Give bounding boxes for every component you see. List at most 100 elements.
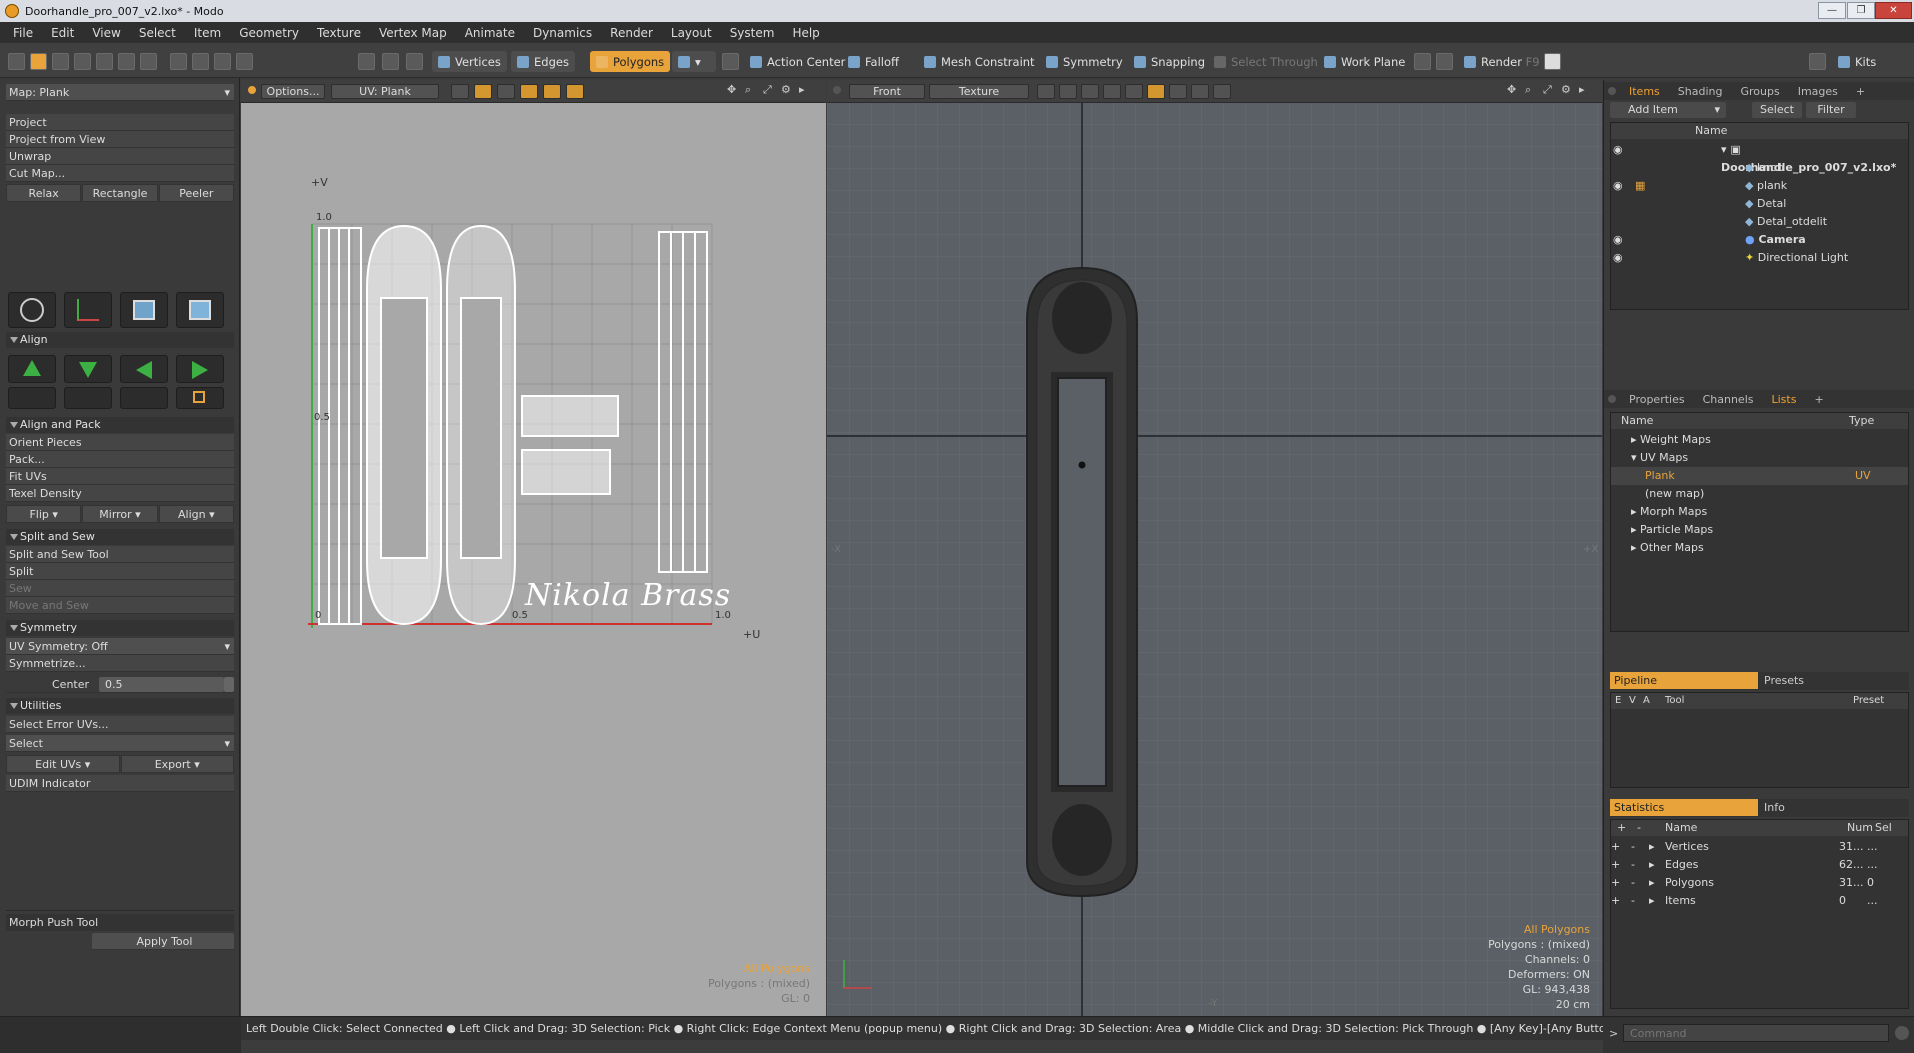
menu-select[interactable]: Select — [130, 26, 185, 40]
cube-icon[interactable] — [8, 53, 25, 70]
tree-item-detal-otdelit[interactable]: ◆ Detal_otdelit — [1611, 213, 1907, 231]
settings-gear-icon[interactable]: ⚙ — [1561, 83, 1571, 96]
layers-stack-icon[interactable] — [1544, 53, 1561, 70]
tab-shading[interactable]: Shading — [1669, 85, 1732, 98]
expand-arrow-icon[interactable]: ▸ — [799, 83, 805, 96]
tree-item-knob[interactable]: ◆ knob — [1611, 159, 1907, 177]
eye-icon[interactable]: ◉ — [1613, 249, 1623, 267]
select-dropdown[interactable]: Select ▾ — [6, 735, 234, 752]
menu-vertex-map[interactable]: Vertex Map — [370, 26, 456, 40]
menu-file[interactable]: File — [4, 26, 42, 40]
menu-dynamics[interactable]: Dynamics — [524, 26, 601, 40]
move-view-icon[interactable]: ✥ — [727, 83, 736, 96]
tab-pipeline[interactable]: Pipeline — [1610, 672, 1758, 689]
stats-row[interactable]: + - ▸ Polygons 31... 0 — [1611, 874, 1907, 892]
tab-presets[interactable]: Presets — [1760, 672, 1908, 689]
uv-transform-icon[interactable] — [8, 292, 56, 328]
view-icon-2[interactable] — [1059, 84, 1077, 99]
stepper-icon[interactable] — [224, 677, 234, 692]
fit-uvs-button[interactable]: Fit UVs — [6, 468, 234, 485]
add-item-dropdown[interactable]: Add Item ▾ — [1610, 102, 1726, 118]
view-icon-5[interactable] — [1125, 84, 1143, 99]
zoom-view-icon[interactable]: ⌕ — [745, 83, 751, 97]
command-input[interactable] — [1623, 1024, 1889, 1042]
eye-icon[interactable]: ◉ — [1613, 231, 1623, 249]
items-name-column[interactable]: Name — [1695, 123, 1727, 139]
edit-uvs-dropdown[interactable]: Edit UVs ▾ — [6, 755, 120, 773]
view-icon-1[interactable] — [1037, 84, 1055, 99]
tab-info[interactable]: Info — [1760, 799, 1908, 816]
menu-animate[interactable]: Animate — [456, 26, 524, 40]
map-select-dropdown[interactable]: Map: Plank ▾ — [6, 84, 234, 101]
list-name-column[interactable]: Name — [1621, 413, 1653, 429]
menu-edit[interactable]: Edit — [42, 26, 83, 40]
expand-arrow-icon[interactable]: ▸ — [1579, 83, 1585, 96]
maximize-button[interactable]: ❐ — [1847, 2, 1875, 19]
list-item-selected[interactable]: Plank UV — [1611, 467, 1908, 485]
fit-view-icon[interactable]: ⤢ — [763, 83, 772, 97]
frame-icon[interactable] — [214, 53, 231, 70]
uv-view-icon-3[interactable] — [497, 84, 515, 99]
rotate-90-icon[interactable] — [120, 387, 168, 409]
sew-button[interactable]: Sew — [6, 580, 234, 597]
uv-view-icon-2[interactable] — [474, 84, 492, 99]
orient-pieces-button[interactable]: Orient Pieces — [6, 434, 234, 451]
preview-icon[interactable] — [1414, 53, 1431, 70]
tree-item-light[interactable]: ◉ ✦ Directional Light — [1611, 249, 1907, 267]
stats-num-column[interactable]: Num — [1847, 820, 1873, 836]
utilities-section-header[interactable]: Utilities — [6, 698, 234, 714]
add-tab-icon[interactable]: + — [1805, 393, 1832, 406]
close-button[interactable]: ✕ — [1875, 2, 1912, 19]
tab-channels[interactable]: Channels — [1694, 393, 1763, 406]
export-dropdown[interactable]: Export ▾ — [120, 755, 234, 773]
fit-view-icon[interactable]: ⤢ — [1543, 83, 1552, 97]
tree-item-scene[interactable]: ◉ ▾ ▣ Doorhandle_pro_007_v2.lxo* — [1611, 141, 1907, 174]
menu-geometry[interactable]: Geometry — [230, 26, 308, 40]
uv-grid-icon[interactable] — [30, 53, 47, 70]
rectangle-button[interactable]: Rectangle — [82, 184, 158, 202]
project-button[interactable]: Project — [6, 114, 234, 131]
col-tool[interactable]: Tool — [1665, 693, 1684, 709]
col-e[interactable]: E — [1615, 693, 1621, 709]
scale-box-icon[interactable] — [176, 387, 224, 409]
selection-mode-dropdown[interactable]: ▾ — [672, 51, 716, 72]
list-item[interactable]: ▸ Particle Maps — [1611, 521, 1907, 539]
list-item[interactable]: ▸ Morph Maps — [1611, 503, 1907, 521]
kits-button[interactable]: Kits — [1832, 51, 1882, 72]
command-history-icon[interactable] — [1895, 1026, 1909, 1040]
zoom-icon[interactable] — [140, 53, 157, 70]
symmetry-button[interactable]: Symmetry — [1040, 51, 1129, 72]
snapping-button[interactable]: Snapping — [1128, 51, 1211, 72]
symmetrize-button[interactable]: Symmetrize... — [6, 655, 234, 672]
vertices-button[interactable]: Vertices — [432, 51, 507, 72]
tree-item-detal[interactable]: ◆ Detal — [1611, 195, 1907, 213]
3d-viewport[interactable]: -X +X -Y All Polygons Polygons : (mixed)… — [827, 80, 1602, 1016]
flip-dropdown[interactable]: Flip ▾ — [6, 505, 82, 523]
split-sew-section-header[interactable]: Split and Sew — [6, 529, 234, 545]
menu-view[interactable]: View — [83, 26, 129, 40]
col-v[interactable]: V — [1629, 693, 1636, 709]
tab-images[interactable]: Images — [1789, 85, 1847, 98]
mirror-dropdown[interactable]: Mirror ▾ — [82, 505, 158, 523]
items-mode-icon[interactable] — [382, 53, 399, 70]
select-error-uvs-button[interactable]: Select Error UVs... — [6, 716, 234, 733]
split-sew-tool-button[interactable]: Split and Sew Tool — [6, 546, 234, 563]
view-icon-8[interactable] — [1191, 84, 1209, 99]
rotate-ccw-icon[interactable] — [8, 387, 56, 409]
stats-row[interactable]: + - ▸ Vertices 31...... — [1611, 838, 1907, 856]
pack-button[interactable]: Pack... — [6, 451, 234, 468]
edges-button[interactable]: Edges — [511, 51, 575, 72]
grid-icon[interactable] — [192, 53, 209, 70]
uv-options-button[interactable]: Options... — [261, 84, 325, 99]
relax-button[interactable]: Relax — [6, 184, 82, 202]
uv-view-icon-1[interactable] — [451, 84, 469, 99]
eye-icon[interactable]: ◉ — [1613, 177, 1623, 195]
align-section-header[interactable]: Align — [6, 332, 234, 348]
align-right-icon[interactable] — [176, 355, 224, 383]
tab-groups[interactable]: Groups — [1731, 85, 1788, 98]
auto-select-icon[interactable] — [358, 53, 375, 70]
tree-item-camera[interactable]: ◉ ● Camera — [1611, 231, 1907, 249]
render-button[interactable]: Render F9 — [1458, 51, 1546, 72]
move-and-sew-button[interactable]: Move and Sew — [6, 597, 234, 614]
center-value-field[interactable]: 0.5 — [99, 677, 224, 692]
